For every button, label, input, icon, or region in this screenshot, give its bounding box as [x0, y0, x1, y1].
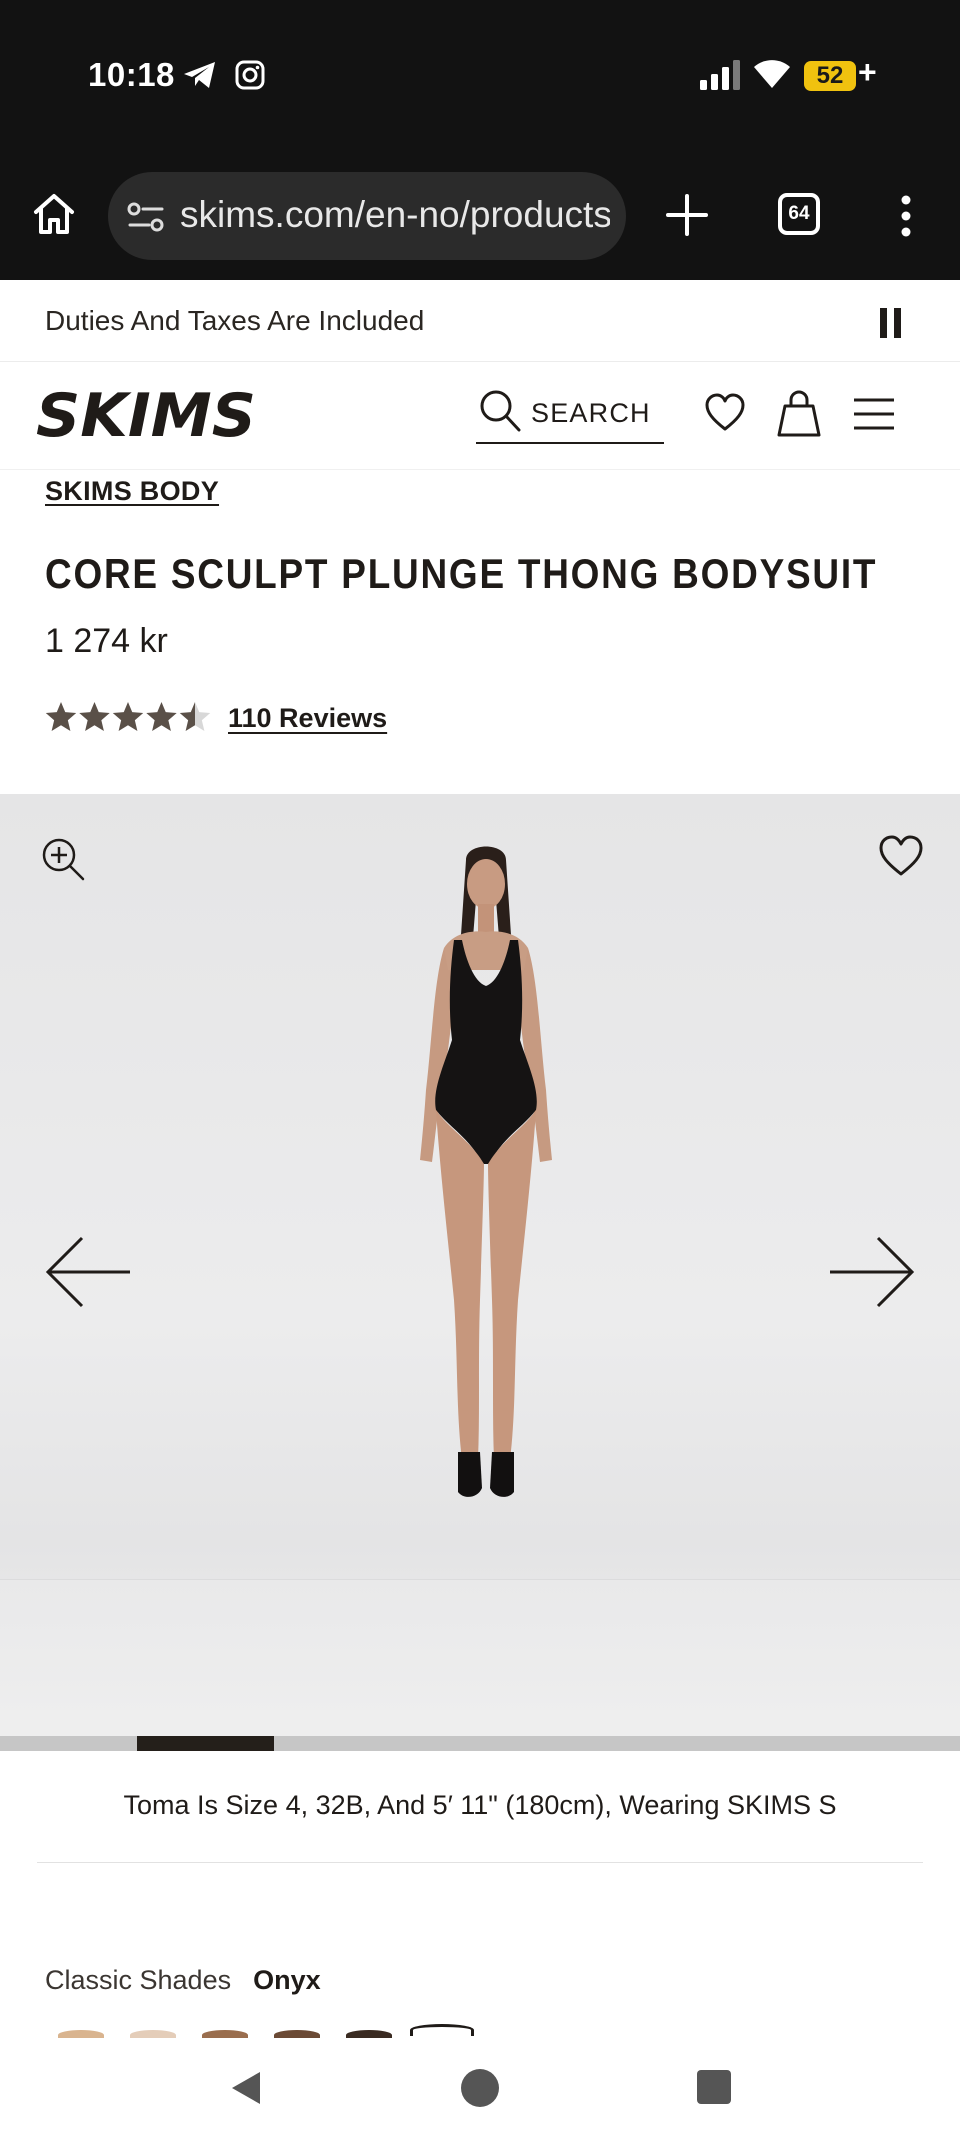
status-bar: 10:18 52 +	[0, 0, 960, 150]
battery-charging-indicator: +	[858, 54, 877, 90]
menu-icon[interactable]	[852, 396, 896, 432]
address-bar[interactable]: skims.com/en-no/products	[108, 172, 626, 260]
battery-icon: 52	[804, 61, 856, 91]
pause-icon[interactable]	[880, 308, 902, 338]
product-image-model[interactable]	[374, 840, 598, 1510]
url-text[interactable]: skims.com/en-no/products	[180, 194, 610, 236]
status-time: 10:18	[88, 56, 175, 93]
star-icon	[79, 702, 110, 731]
gallery-progress-indicator	[137, 1736, 274, 1751]
browser-toolbar: skims.com/en-no/products 64	[0, 150, 960, 280]
recents-icon[interactable]	[697, 2070, 731, 2104]
heart-icon[interactable]	[878, 834, 924, 878]
shades-heading: Classic Shades Onyx	[45, 1965, 321, 1996]
shade-swatch-selected[interactable]	[410, 2024, 474, 2036]
system-nav-bar	[0, 2038, 960, 2142]
site-settings-icon[interactable]	[126, 200, 166, 234]
star-icon	[45, 702, 77, 731]
product-title: CORE SCULPT PLUNGE THONG BODYSUIT	[45, 550, 878, 597]
arrow-left-icon[interactable]	[44, 1236, 134, 1308]
star-icon	[179, 702, 211, 731]
instagram-icon	[235, 60, 265, 90]
studio-floor	[0, 1579, 960, 1751]
tabs-icon[interactable]: 64	[778, 193, 820, 235]
more-vert-icon[interactable]	[898, 194, 914, 238]
reviews-link[interactable]: 110 Reviews	[228, 703, 387, 734]
home-nav-icon[interactable]	[461, 2069, 499, 2107]
rating-stars[interactable]	[45, 700, 211, 734]
search-label: SEARCH	[531, 398, 651, 428]
back-icon[interactable]	[228, 2068, 264, 2108]
announcement-bar: Duties And Taxes Are Included	[0, 280, 960, 362]
selected-shade: Onyx	[253, 1965, 321, 1995]
skims-logo[interactable]: SKIMS	[36, 384, 258, 446]
zoom-in-icon[interactable]	[40, 836, 86, 882]
shades-label: Classic Shades	[45, 1965, 232, 1995]
signal-icon	[700, 60, 740, 90]
heart-icon[interactable]	[704, 392, 746, 434]
divider	[37, 1862, 923, 1863]
model-size-caption: Toma Is Size 4, 32B, And 5′ 11" (180cm),…	[123, 1790, 837, 1820]
product-price: 1 274 kr	[45, 622, 168, 660]
collection-link[interactable]: SKIMS BODY	[45, 476, 219, 507]
search-button[interactable]: SEARCH	[476, 384, 664, 444]
announcement-text: Duties And Taxes Are Included	[45, 305, 425, 336]
svg-text:SKIMS: SKIMS	[36, 384, 256, 446]
site-header: SKIMS SEARCH	[0, 362, 960, 470]
arrow-right-icon[interactable]	[826, 1236, 916, 1308]
bag-icon[interactable]	[776, 388, 822, 438]
telegram-icon	[184, 62, 215, 88]
star-icon	[146, 702, 177, 731]
home-icon[interactable]	[30, 190, 78, 238]
product-image-gallery[interactable]	[0, 794, 960, 1751]
wifi-icon	[754, 60, 790, 88]
new-tab-icon[interactable]	[664, 192, 710, 238]
star-icon	[112, 702, 144, 731]
gallery-progress-bar	[0, 1736, 960, 1751]
search-icon	[480, 390, 521, 432]
